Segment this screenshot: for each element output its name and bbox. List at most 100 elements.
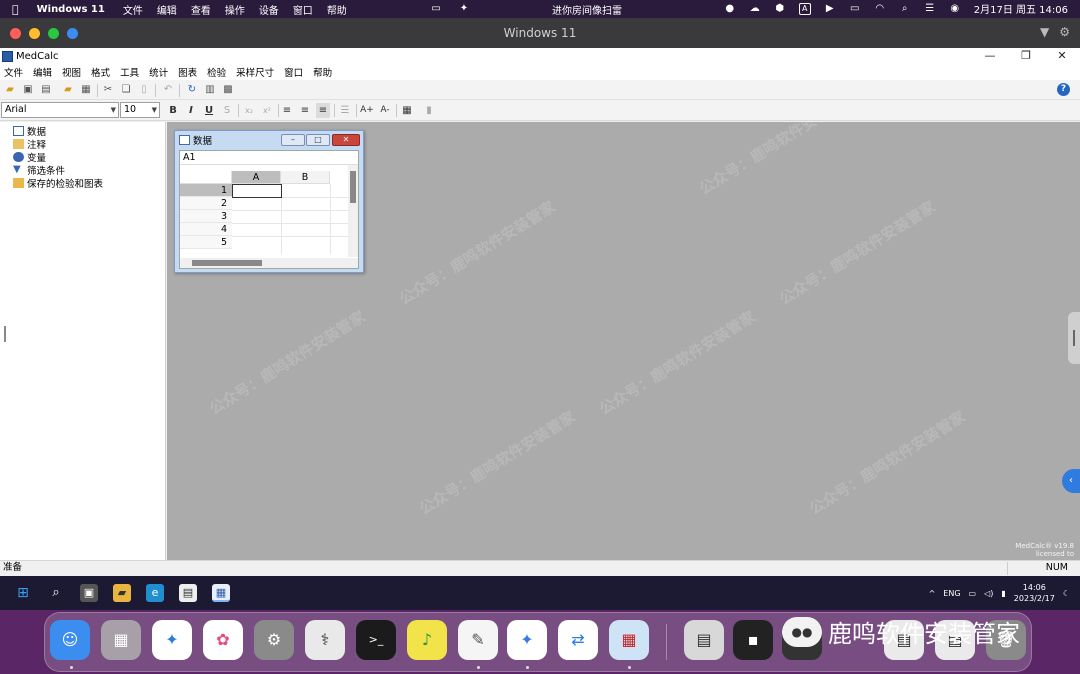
dropdown-icon[interactable]: ▼ [1040,25,1049,39]
child-maximize-icon[interactable]: □ [306,134,330,146]
menu-view[interactable]: 视图 [62,65,81,79]
task-view-icon[interactable]: ▣ [80,584,98,602]
now-playing-text[interactable]: 进你房间像扫雷 [552,2,622,17]
mac-menu-file[interactable]: 文件 [123,2,143,17]
grow-font-button[interactable]: A+ [360,103,374,118]
help-icon[interactable]: ? [1057,83,1070,96]
parallels-icon[interactable]: ▦ [609,620,649,660]
menu-edit[interactable]: 编辑 [33,65,52,79]
row-header-4[interactable]: 4 [180,223,232,236]
align-center-icon[interactable]: ≡ [298,103,312,118]
photos-icon[interactable]: ✿ [203,620,243,660]
horizontal-scrollbar[interactable] [180,258,358,268]
copy-icon[interactable]: ❏ [119,83,133,97]
menu-sampling[interactable]: 采样尺寸 [236,65,274,79]
music-app-icon[interactable]: ♪ [407,620,447,660]
cloud-icon[interactable]: ☁ [749,3,761,15]
corner-cell[interactable] [180,171,232,184]
splitter-handle[interactable] [4,326,6,342]
menu-help[interactable]: 帮助 [313,65,332,79]
active-cell-a1[interactable] [232,184,282,198]
menu-tools[interactable]: 工具 [120,65,139,79]
cut-icon[interactable]: ✂ [101,83,115,97]
save-icon[interactable]: ▣ [21,83,35,97]
copy-table-icon[interactable]: ▥ [203,83,217,97]
child-minimize-icon[interactable]: – [281,134,305,146]
language-indicator[interactable]: ENG [943,589,960,598]
format-cells-icon[interactable]: ▦ [400,103,414,118]
mac-app-name[interactable]: Windows 11 [37,4,105,15]
volume-icon[interactable]: ◁) [984,589,993,598]
align-left-icon[interactable]: ≡ [280,103,294,118]
vertical-scrollbar[interactable] [348,165,358,257]
search-icon[interactable]: ⌕ [47,584,65,602]
search-icon[interactable]: ⌕ [899,3,911,15]
bold-button[interactable]: B [166,103,180,118]
battery-icon[interactable]: ▮ [1001,589,1005,598]
align-right-icon[interactable]: ≡ [316,103,330,118]
font-name-select[interactable]: Arial ▼ [1,102,119,118]
wifi-icon[interactable]: ◠ [874,3,886,15]
menu-tests[interactable]: 检验 [207,65,226,79]
store-icon[interactable]: ▤ [179,584,197,602]
cell-edit-input[interactable] [260,151,358,164]
italic-button[interactable]: I [184,103,198,118]
file-explorer-icon[interactable]: ▰ [113,584,131,602]
menu-format[interactable]: 格式 [91,65,110,79]
launchpad-icon[interactable]: ▦ [101,620,141,660]
play-icon[interactable]: ▶ [824,3,836,15]
open-data-icon[interactable]: ▰ [61,83,75,97]
restore-icon[interactable]: ❐ [1008,48,1044,64]
collapse-arrow-icon[interactable]: ‹ [1062,469,1080,493]
taskbar-clock[interactable]: 14:06 2023/2/17 [1014,582,1055,604]
user-icon[interactable]: ● [724,3,736,15]
tree-item-variables[interactable]: 变量 [13,150,46,164]
mac-menu-actions[interactable]: 操作 [225,2,245,17]
window-mode-icon[interactable]: ▭ [430,3,442,15]
gear-icon[interactable]: ⚙ [1059,25,1070,39]
menu-statistics[interactable]: 统计 [149,65,168,79]
paste-icon[interactable]: ▯ [137,83,151,97]
textedit-icon[interactable]: ✎ [458,620,498,660]
tree-item-filters[interactable]: ▼ 筛选条件 [13,163,65,178]
start-icon[interactable]: ⊞ [14,584,32,602]
subscript-button[interactable]: x₂ [242,103,256,118]
strikethrough-button[interactable]: S [220,103,234,118]
menu-file[interactable]: 文件 [4,65,23,79]
column-header-b[interactable]: B [281,171,330,184]
screenshot-thumb-icon[interactable]: ▪ [733,620,773,660]
spreadsheet-icon[interactable]: ▦ [79,83,93,97]
row-header-1[interactable]: 1 [180,184,232,197]
safari-icon[interactable]: ✦ [152,620,192,660]
battery-icon[interactable]: ▭ [849,3,861,15]
tree-item-notes[interactable]: 注释 [13,137,46,151]
terminal-icon[interactable]: >_ [356,620,396,660]
data-window[interactable]: 数据 – □ ✕ A1 A B 1 2 3 4 5 [174,130,364,273]
tree-item-data[interactable]: 数据 [13,124,46,138]
font-size-select[interactable]: 10 ▼ [120,102,160,118]
open-folder-icon[interactable]: ▰ [3,83,17,97]
row-header-3[interactable]: 3 [180,210,232,223]
refresh-icon[interactable]: ↻ [185,83,199,97]
mac-clock[interactable]: 2月17日 周五 14:06 [974,1,1068,16]
close-icon[interactable]: ✕ [1044,48,1080,64]
mac-menu-view[interactable]: 查看 [191,2,211,17]
finder-icon[interactable]: ☺ [50,620,90,660]
notification-icon[interactable]: ☾ [1063,589,1070,598]
chart-icon[interactable]: ▮ [422,103,436,118]
menu-window[interactable]: 窗口 [284,65,303,79]
column-header-a[interactable]: A [232,171,281,184]
input-source-icon[interactable]: A [798,2,811,15]
minimize-icon[interactable]: — [972,48,1008,64]
underline-button[interactable]: U [202,103,216,118]
list-icon[interactable]: ☰ [338,103,352,118]
apple-icon[interactable]:  [12,3,19,16]
export-icon[interactable]: ▩ [221,83,235,97]
control-center-icon[interactable]: ☰ [924,3,936,15]
child-close-icon[interactable]: ✕ [332,134,360,146]
mac-menu-help[interactable]: 帮助 [327,2,347,17]
mac-menu-window[interactable]: 窗口 [293,2,313,17]
network-icon[interactable]: ▭ [969,589,977,598]
edge-icon[interactable]: e [146,584,164,602]
shield-icon[interactable]: ⬢ [774,3,786,15]
